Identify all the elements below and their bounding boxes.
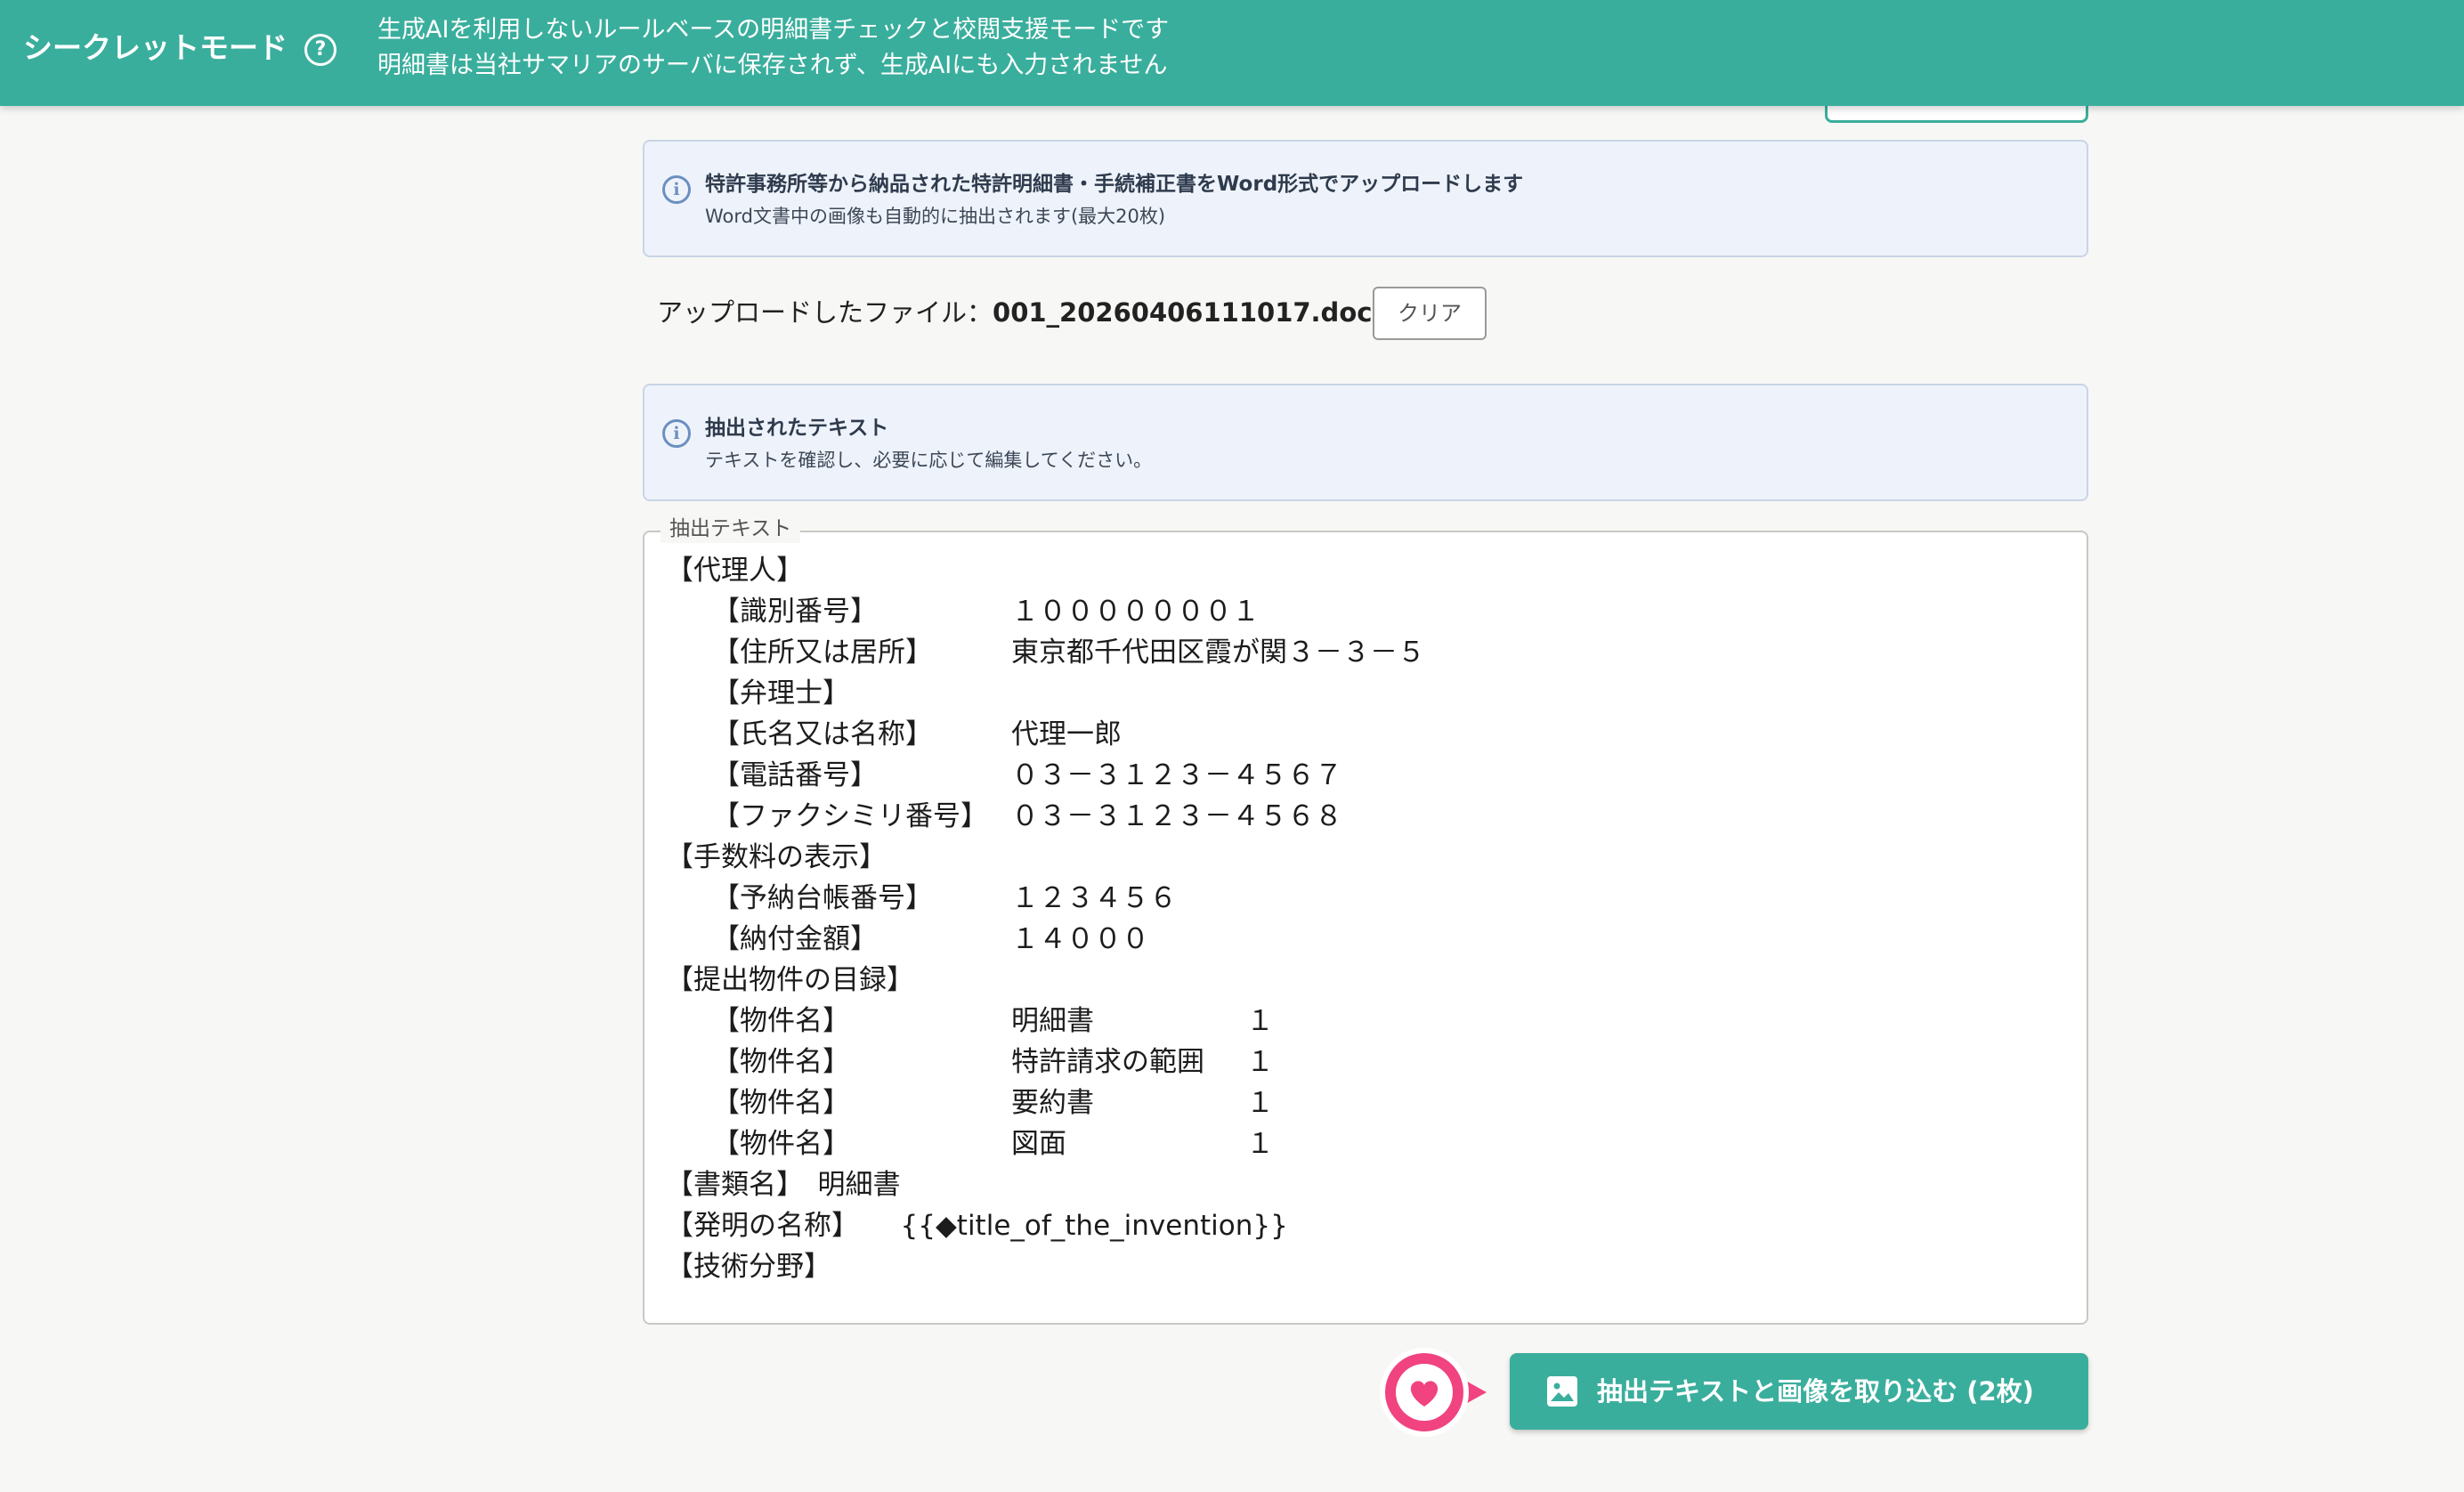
text-line: 【物件名】 特許請求の範囲 １ [666, 1042, 2055, 1083]
extracted-text-content[interactable]: 【代理人】【識別番号】 １０００００００１ 【住所又は居所】 東京都千代田区霞が関３－… [666, 550, 2055, 1294]
text-heading: 【技術分野】 [666, 1251, 831, 1283]
import-button-label: 抽出テキストと画像を取り込む (2枚) [1597, 1376, 2034, 1407]
text-line: 【物件名】 要約書 １ [666, 1083, 2055, 1123]
text-field-label: 【物件名】 [712, 1005, 850, 1037]
extracted-info-subtitle: テキストを確認し、必要に応じて編集してください。 [705, 450, 1153, 471]
text-line: 【物件名】 明細書 １ [666, 1001, 2055, 1042]
heart-icon[interactable] [1376, 1344, 1519, 1440]
extracted-info-title: 抽出されたテキスト [705, 417, 889, 440]
upload-info-subtitle: Word文書中の画像も自動的に抽出されます(最大20枚) [705, 206, 1166, 227]
text-field-label: 【物件名】 [712, 1128, 850, 1160]
text-field-count: １ [1246, 1005, 1274, 1037]
text-field-value: 東京都千代田区霞が関３－３－５ [1011, 637, 1425, 669]
text-field-label: 【物件名】 [712, 1087, 850, 1119]
text-field-count: １ [1246, 1046, 1274, 1078]
upload-info-title: 特許事務所等から納品された特許明細書・手続補正書をWord形式でアップロードしま… [705, 173, 1524, 196]
text-field-label: 【電話番号】 [712, 759, 878, 791]
text-field-label: 【住所又は居所】 [712, 637, 933, 669]
text-field-value: 明細書 [1011, 1005, 1094, 1037]
question-circle-icon[interactable]: ? [304, 34, 336, 66]
text-line: 【代理人】 [666, 550, 2055, 591]
text-line: 【弁理士】 [666, 673, 2055, 714]
text-line: 【予納台帳番号】 １２３４５６ [666, 878, 2055, 919]
text-line: 【ファクシミリ番号】 ０３－３１２３－４５６８ [666, 796, 2055, 837]
text-field-label: 【弁理士】 [712, 677, 850, 710]
text-field-value: 要約書 [1011, 1087, 1094, 1119]
text-field-value: ０３－３１２３－４５６７ [1011, 759, 1342, 791]
text-line: 【提出物件の目録】 [666, 960, 2055, 1001]
image-icon [1547, 1376, 1577, 1407]
text-field-value: １０００００００１ [1011, 596, 1260, 628]
clear-button[interactable]: クリア [1373, 287, 1487, 340]
info-circle-icon: i [662, 419, 691, 448]
text-field-label: 【ファクシミリ番号】 [712, 800, 988, 832]
text-field-value: 図面 [1011, 1128, 1066, 1160]
banner-desc-line1: 生成AIを利用しないルールベースの明細書チェックと校閲支援モードです [377, 16, 1170, 44]
text-heading: 【発明の名称】 {{◆title_of_the_invention}} [666, 1210, 1288, 1242]
text-field-value: 代理一郎 [1011, 718, 1122, 750]
text-line: 【納付金額】 １４０００ [666, 919, 2055, 960]
text-field-label: 【納付金額】 [712, 923, 878, 955]
text-field-label: 【識別番号】 [712, 596, 878, 628]
text-heading: 【提出物件の目録】 [666, 964, 914, 996]
banner-description: 生成AIを利用しないルールベースの明細書チェックと校閲支援モードです 明細書は当… [377, 12, 1169, 84]
text-heading: 【代理人】 [666, 555, 804, 587]
text-field-label: 【予納台帳番号】 [712, 882, 933, 914]
text-heading: 【手数料の表示】 [666, 841, 887, 873]
info-circle-icon: i [662, 175, 691, 204]
text-field-count: １ [1246, 1128, 1274, 1160]
text-line: 【識別番号】 １０００００００１ [666, 591, 2055, 632]
uploaded-file-row: アップロードしたファイル：001_20260406111017.docx [657, 290, 1389, 335]
text-field-value: １４０００ [1011, 923, 1149, 955]
text-heading: 【書類名】 明細書 [666, 1169, 901, 1201]
text-line: 【電話番号】 ０３－３１２３－４５６７ [666, 755, 2055, 796]
text-line: 【技術分野】 [666, 1246, 2055, 1287]
text-field-label: 【氏名又は名称】 [712, 718, 933, 750]
uploaded-file-label: アップロードしたファイル： [657, 297, 993, 328]
text-line: 【書類名】 明細書 [666, 1164, 2055, 1205]
extracted-info-box: i 抽出されたテキスト テキストを確認し、必要に応じて編集してください。 [643, 384, 2088, 501]
text-field-value: ０３－３１２３－４５６８ [1011, 800, 1342, 832]
uploaded-file-name: 001_20260406111017.docx [993, 297, 1390, 328]
text-line: 【手数料の表示】 [666, 837, 2055, 878]
extracted-text-legend: 抽出テキスト [661, 515, 801, 543]
text-field-value: １２３４５６ [1011, 882, 1177, 914]
banner-desc-line2: 明細書は当社サマリアのサーバに保存されず、生成AIにも入力されません [377, 52, 1168, 79]
text-line: 【物件名】 図面 １ [666, 1123, 2055, 1164]
text-field-count: １ [1246, 1087, 1274, 1119]
text-field-value: 特許請求の範囲 [1011, 1046, 1204, 1078]
banner-title: シークレットモード [23, 30, 288, 65]
secret-mode-banner: シークレットモード ? 生成AIを利用しないルールベースの明細書チェックと校閲支… [0, 0, 2464, 106]
text-line: 【住所又は居所】 東京都千代田区霞が関３－３－５ [666, 632, 2055, 673]
import-text-and-images-button[interactable]: 抽出テキストと画像を取り込む (2枚) [1510, 1353, 2088, 1430]
upload-info-box: i 特許事務所等から納品された特許明細書・手続補正書をWord形式でアップロード… [643, 140, 2088, 257]
text-line: 【氏名又は名称】 代理一郎 [666, 714, 2055, 755]
text-line: 【発明の名称】 {{◆title_of_the_invention}} [666, 1205, 2055, 1246]
text-field-label: 【物件名】 [712, 1046, 850, 1078]
